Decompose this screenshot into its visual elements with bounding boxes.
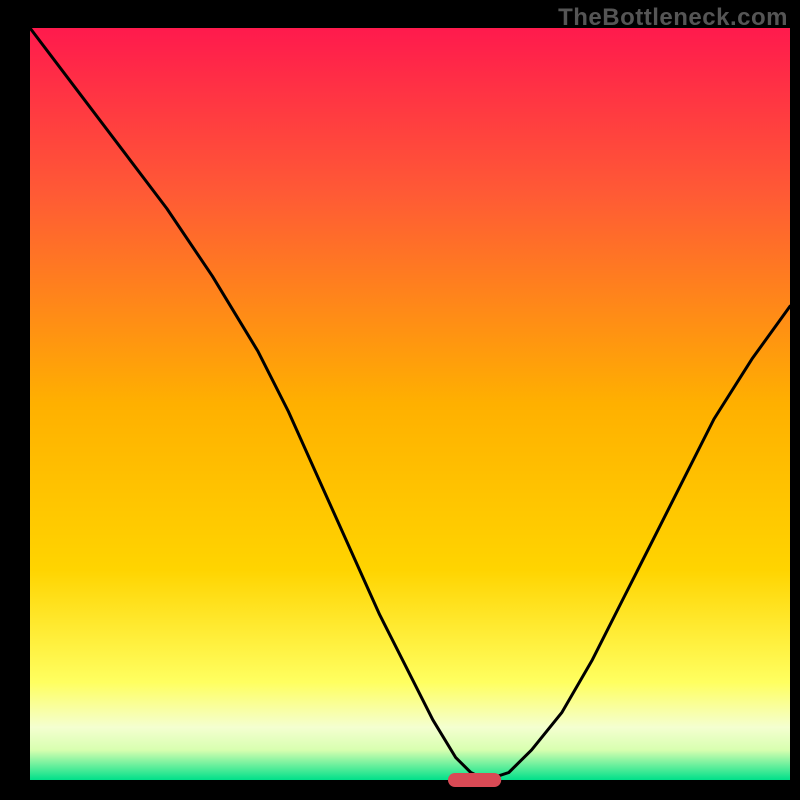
chart-container: TheBottleneck.com <box>0 0 800 800</box>
watermark-text: TheBottleneck.com <box>558 4 788 32</box>
gradient-plot-area <box>0 0 800 800</box>
